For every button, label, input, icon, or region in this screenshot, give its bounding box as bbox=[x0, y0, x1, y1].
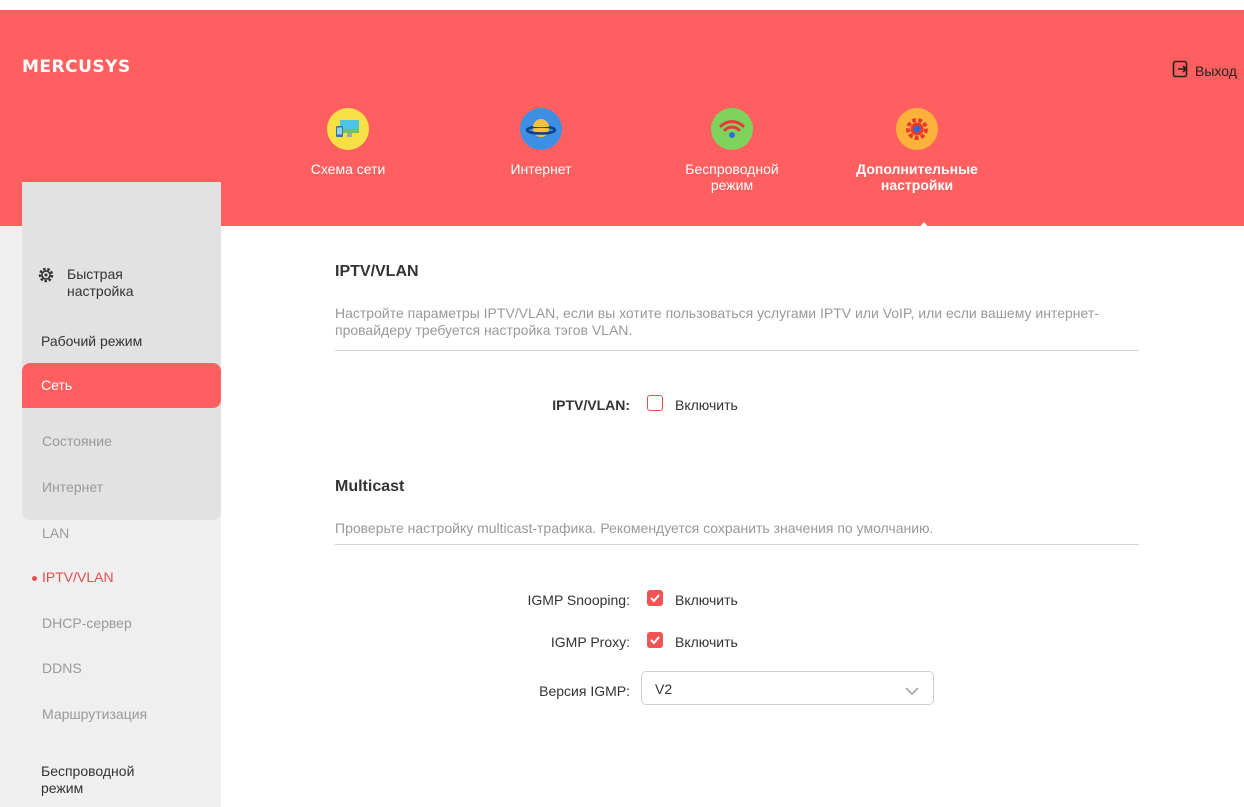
iptv-vlan-label: IPTV/VLAN: bbox=[552, 397, 630, 413]
igmp-proxy-checkbox[interactable] bbox=[647, 632, 663, 648]
sidebar-sub-label: IPTV/VLAN bbox=[42, 569, 114, 585]
nav-advanced[interactable]: Дополнительные настройки bbox=[842, 108, 992, 193]
nav-network-map[interactable]: Схема сети bbox=[273, 108, 423, 177]
checkbox-text: Включить bbox=[675, 634, 738, 650]
sidebar-sub-lan[interactable]: LAN bbox=[22, 525, 221, 541]
sidebar-label: Сеть bbox=[41, 377, 73, 393]
nav-wireless[interactable]: Беспроводной режим bbox=[657, 108, 807, 193]
sidebar-item-network[interactable]: Сеть bbox=[22, 363, 221, 408]
logout-button[interactable]: Выход bbox=[1172, 60, 1237, 81]
brand-logo: MERCUSYS bbox=[22, 57, 131, 77]
sidebar-sub-label: DDNS bbox=[42, 660, 82, 676]
sidebar-item-wireless[interactable]: Беспроводной режим bbox=[22, 763, 221, 797]
section-divider bbox=[335, 350, 1139, 351]
sidebar-sub-label: Состояние bbox=[42, 433, 112, 449]
sidebar-sub-internet[interactable]: Интернет bbox=[22, 479, 221, 495]
sidebar-item-operation-mode[interactable]: Рабочий режим bbox=[22, 333, 221, 349]
iptv-section-description: Настройте параметры IPTV/VLAN, если вы х… bbox=[335, 305, 1099, 338]
nav-label: Дополнительные настройки bbox=[856, 161, 978, 193]
wifi-icon bbox=[711, 108, 753, 150]
igmp-version-select[interactable]: V2 bbox=[641, 671, 934, 705]
nav-internet[interactable]: Интернет bbox=[466, 108, 616, 177]
section-divider bbox=[335, 544, 1139, 545]
igmp-snooping-label: IGMP Snooping: bbox=[527, 592, 630, 608]
igmp-proxy-label: IGMP Proxy: bbox=[550, 634, 630, 650]
igmp-proxy-row: IGMP Proxy: Включить bbox=[221, 630, 1244, 654]
active-dot bbox=[32, 575, 37, 581]
nav-label: Беспроводной режим bbox=[685, 161, 779, 193]
sidebar-sub-status[interactable]: Состояние bbox=[22, 433, 221, 449]
network-map-icon bbox=[327, 108, 369, 150]
sidebar-sub-iptv-vlan[interactable]: IPTV/VLAN bbox=[22, 569, 221, 585]
gear-icon bbox=[896, 108, 938, 150]
igmp-version-row: Версия IGMP: V2 bbox=[221, 671, 1244, 705]
settings-gear-icon bbox=[38, 267, 54, 287]
nav-label: Интернет bbox=[510, 161, 572, 177]
sidebar-sub-routing[interactable]: Маршрутизация bbox=[22, 706, 221, 722]
sidebar-sub-label: Маршрутизация bbox=[42, 706, 148, 722]
sidebar-label: Беспроводной режим bbox=[41, 763, 135, 796]
multicast-section-title: Multicast bbox=[335, 478, 405, 495]
chevron-down-icon bbox=[905, 683, 919, 699]
sidebar-label: Рабочий режим bbox=[41, 333, 143, 349]
sidebar-sub-label: LAN bbox=[42, 525, 70, 541]
sidebar-sub-ddns[interactable]: DDNS bbox=[22, 660, 221, 676]
igmp-snooping-row: IGMP Snooping: Включить bbox=[221, 588, 1244, 612]
nav-label: Схема сети bbox=[310, 161, 386, 177]
igmp-version-label: Версия IGMP: bbox=[539, 683, 630, 699]
sidebar-sub-dhcp[interactable]: DHCP-сервер bbox=[22, 615, 221, 631]
logout-icon bbox=[1172, 60, 1190, 81]
check-icon bbox=[650, 594, 660, 602]
multicast-section-description: Проверьте настройку multicast-трафика. Р… bbox=[335, 520, 934, 536]
igmp-version-value: V2 bbox=[655, 681, 673, 697]
checkbox-text: Включить bbox=[675, 397, 738, 413]
sidebar-item-quick-setup[interactable]: Быстрая настройка bbox=[22, 266, 221, 300]
main-content: IPTV/VLAN Настройте параметры IPTV/VLAN,… bbox=[221, 226, 1244, 807]
iptv-vlan-row: IPTV/VLAN: Включить bbox=[221, 393, 1244, 417]
check-icon bbox=[650, 636, 660, 644]
sidebar-submenu bbox=[22, 182, 221, 520]
sidebar-label: Быстрая настройка bbox=[67, 266, 134, 299]
checkbox-text: Включить bbox=[675, 592, 738, 608]
sidebar-sub-label: Интернет bbox=[42, 479, 104, 495]
igmp-snooping-checkbox[interactable] bbox=[647, 590, 663, 606]
logout-label: Выход bbox=[1195, 62, 1237, 79]
iptv-vlan-checkbox[interactable] bbox=[647, 395, 663, 411]
iptv-section-title: IPTV/VLAN bbox=[335, 263, 419, 280]
globe-planet-icon bbox=[520, 108, 562, 150]
sidebar-sub-label: DHCP-сервер bbox=[42, 615, 132, 631]
